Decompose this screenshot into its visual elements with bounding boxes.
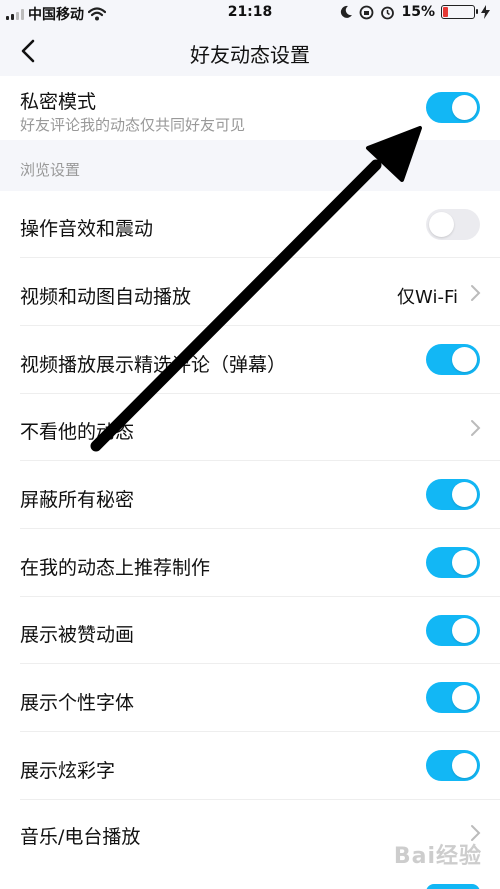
setting-label: 音乐/电台播放	[20, 826, 141, 848]
toggle-knob	[429, 212, 454, 237]
toggle-knob	[452, 482, 477, 507]
setting-label: 展示个性字体	[20, 692, 135, 714]
setting-row-hide-feeds[interactable]: 不看他的动态	[0, 394, 500, 461]
partial-toggle[interactable]	[426, 884, 480, 889]
battery-fill	[443, 7, 448, 17]
setting-label: 不看他的动态	[20, 421, 135, 443]
recommend-making-toggle[interactable]	[426, 547, 480, 578]
toggle-knob	[452, 347, 477, 372]
privacy-mode-desc: 好友评论我的动态仅共同好友可见	[20, 116, 246, 134]
setting-row-custom-font[interactable]: 展示个性字体	[0, 664, 500, 732]
toggle-knob	[452, 685, 477, 710]
orientation-lock-icon	[360, 5, 374, 19]
setting-label: 屏蔽所有秘密	[20, 489, 135, 511]
setting-row-danmaku[interactable]: 视频播放展示精选评论（弹幕）	[0, 326, 500, 394]
setting-row-colorful-text[interactable]: 展示炫彩字	[0, 732, 500, 800]
like-animation-toggle[interactable]	[426, 615, 480, 646]
setting-label: 操作音效和震动	[20, 218, 154, 240]
section-title: 浏览设置	[20, 161, 81, 179]
privacy-mode-row[interactable]: 私密模式 好友评论我的动态仅共同好友可见	[0, 76, 500, 140]
setting-label: 在我的动态上推荐制作	[20, 557, 211, 579]
setting-row-autoplay[interactable]: 视频和动图自动播放 仅Wi-Fi	[0, 258, 500, 326]
block-secrets-toggle[interactable]	[426, 479, 480, 510]
moon-icon	[341, 5, 353, 18]
status-right: 15%	[340, 4, 490, 20]
nav-bar: 好友动态设置	[0, 26, 500, 76]
status-bar: 中国移动 21:18 15%	[0, 0, 500, 26]
toggle-knob	[452, 753, 477, 778]
setting-row-recommend-making[interactable]: 在我的动态上推荐制作	[0, 529, 500, 597]
chevron-right-icon	[471, 285, 481, 301]
privacy-mode-toggle[interactable]	[426, 92, 480, 123]
setting-row-like-animation[interactable]: 展示被赞动画	[0, 597, 500, 664]
custom-font-toggle[interactable]	[426, 682, 480, 713]
battery-percent: 15%	[401, 4, 435, 20]
danmaku-toggle[interactable]	[426, 344, 480, 375]
toggle-knob	[452, 95, 477, 120]
browse-section-header: 浏览设置	[0, 140, 500, 196]
toggle-knob	[452, 550, 477, 575]
page-title: 好友动态设置	[190, 43, 310, 67]
charging-icon	[481, 5, 490, 19]
toggle-knob	[452, 618, 477, 643]
setting-label: 视频和动图自动播放	[20, 286, 192, 308]
sound-vibration-toggle[interactable]	[426, 209, 480, 240]
setting-row-sound-vibration[interactable]: 操作音效和震动	[0, 191, 500, 258]
watermark-logo: Bai经验	[393, 844, 482, 869]
setting-label: 视频播放展示精选评论（弹幕）	[20, 354, 287, 376]
setting-label: 展示被赞动画	[20, 624, 135, 646]
setting-row-block-secrets[interactable]: 屏蔽所有秘密	[0, 461, 500, 529]
battery-icon	[441, 5, 478, 19]
privacy-mode-label: 私密模式	[20, 91, 97, 113]
autoplay-value: 仅Wi-Fi	[397, 287, 458, 308]
colorful-text-toggle[interactable]	[426, 750, 480, 781]
alarm-icon	[381, 6, 395, 19]
chevron-right-icon	[471, 420, 481, 436]
setting-label: 展示炫彩字	[20, 760, 116, 782]
